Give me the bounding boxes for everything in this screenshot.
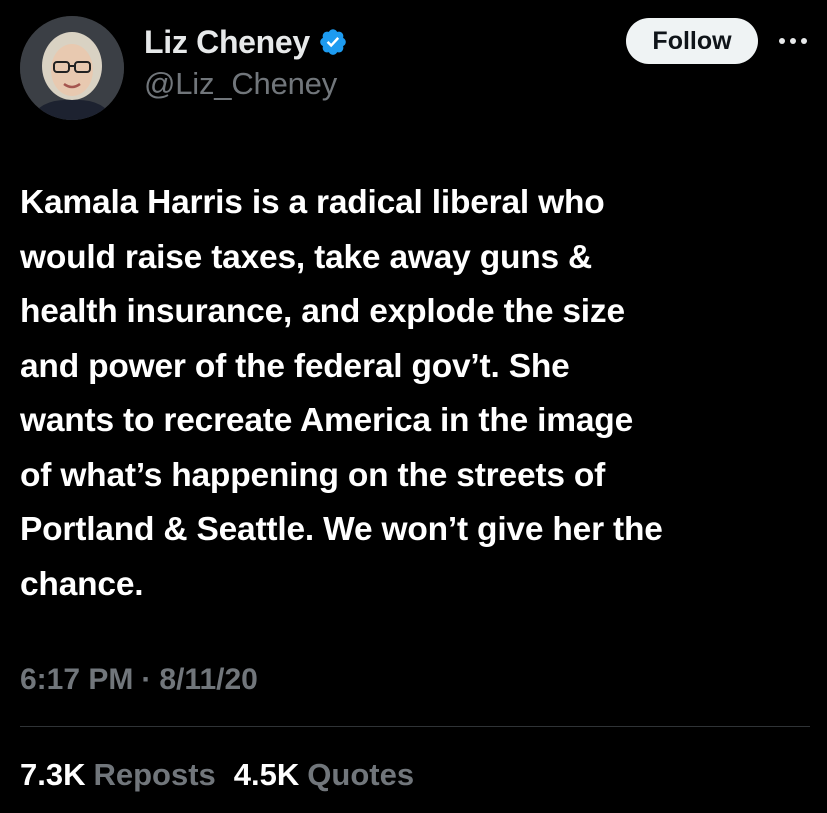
reposts-stat[interactable]: 7.3K Reposts <box>20 757 216 793</box>
tweet-timestamp: 6:17 PM · 8/11/20 <box>20 660 258 700</box>
display-name[interactable]: Liz Cheney <box>144 24 310 61</box>
tweet-stats: 7.3K Reposts 4.5K Quotes <box>20 754 432 796</box>
verified-badge-icon <box>318 27 348 57</box>
author-info: Liz Cheney @Liz_Cheney <box>144 22 348 102</box>
reposts-label: Reposts <box>93 757 216 792</box>
reposts-count: 7.3K <box>20 757 86 792</box>
divider <box>20 726 810 727</box>
display-name-row: Liz Cheney <box>144 22 348 62</box>
profile-photo <box>20 16 124 120</box>
tweet-card: Liz Cheney @Liz_Cheney Follow Kamala Har… <box>0 0 827 813</box>
tweet-time[interactable]: 6:17 PM <box>20 663 133 697</box>
author-handle[interactable]: @Liz_Cheney <box>144 66 348 102</box>
tweet-date[interactable]: 8/11/20 <box>159 663 257 697</box>
avatar[interactable] <box>20 16 124 120</box>
tweet-text: Kamala Harris is a radical liberal who w… <box>20 184 663 603</box>
follow-button[interactable]: Follow <box>626 18 758 64</box>
tweet-header: Liz Cheney @Liz_Cheney Follow <box>20 16 810 120</box>
quotes-stat[interactable]: 4.5K Quotes <box>234 757 414 793</box>
more-horizontal-icon[interactable] <box>776 26 810 56</box>
timestamp-separator: · <box>141 663 152 696</box>
quotes-label: Quotes <box>307 757 415 792</box>
quotes-count: 4.5K <box>233 757 300 792</box>
